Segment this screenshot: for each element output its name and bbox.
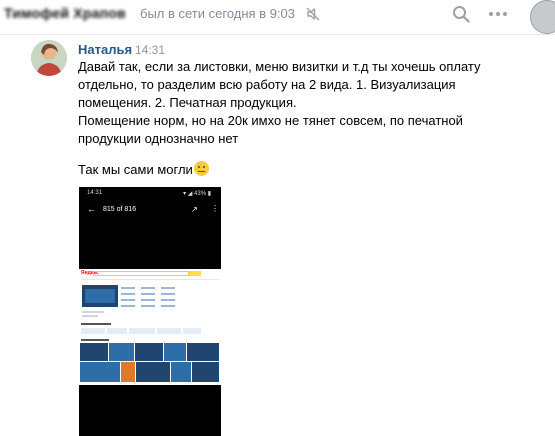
yandex-search-box bbox=[93, 271, 189, 276]
size-link bbox=[161, 305, 175, 307]
size-link bbox=[161, 293, 175, 295]
size-link bbox=[121, 305, 135, 307]
size-link bbox=[161, 287, 175, 289]
image-thumbnail bbox=[164, 343, 186, 361]
size-link bbox=[121, 293, 135, 295]
tag-chip bbox=[129, 328, 155, 334]
tag-chip bbox=[107, 328, 127, 334]
image-thumbnail bbox=[109, 343, 134, 361]
image-thumbnail-detail bbox=[85, 289, 115, 303]
phone-status-time: 14:31 bbox=[87, 190, 103, 196]
image-thumbnail bbox=[136, 362, 170, 382]
size-link bbox=[121, 287, 135, 289]
message-text: Давай так, если за листовки, меню визитк… bbox=[78, 58, 538, 148]
neutral-face-emoji-icon bbox=[193, 161, 209, 176]
image-thumbnail bbox=[192, 362, 219, 382]
tabs-divider bbox=[81, 279, 219, 280]
image-thumbnail bbox=[80, 362, 120, 382]
header-divider bbox=[0, 34, 555, 35]
yandex-search-page: Яндекс bbox=[79, 269, 221, 385]
message-line: Так мы сами могли bbox=[78, 162, 193, 177]
share-icon: ↗ bbox=[191, 205, 198, 214]
size-link bbox=[161, 299, 175, 301]
screenshot-attachment[interactable]: 14:31 ▾ ◢ 43% ▮ ← 815 of 816 ↗ ⋮ Яндекс bbox=[79, 187, 221, 436]
sender-avatar[interactable] bbox=[31, 40, 67, 76]
contact-avatar[interactable] bbox=[530, 0, 555, 34]
chat-header: Тимофей Храпов был в сети сегодня в 9:03 bbox=[0, 0, 555, 34]
yandex-search-button bbox=[189, 271, 201, 276]
caption-line bbox=[82, 311, 104, 313]
size-link bbox=[121, 299, 135, 301]
tag-chip bbox=[183, 328, 201, 334]
message-line: помещения. 2. Печатная продукция. bbox=[78, 95, 297, 110]
size-link bbox=[141, 305, 155, 307]
image-thumbnail bbox=[135, 343, 163, 361]
back-arrow-icon: ← bbox=[87, 204, 96, 214]
sender-name[interactable]: Наталья bbox=[78, 42, 132, 57]
tag-chip bbox=[81, 328, 105, 334]
search-icon[interactable] bbox=[452, 5, 470, 23]
image-thumbnail bbox=[80, 343, 108, 361]
section-heading bbox=[81, 323, 111, 325]
message-text-2: Так мы сами могли bbox=[78, 161, 538, 179]
sender-avatar-image bbox=[31, 40, 67, 76]
online-status: был в сети сегодня в 9:03 bbox=[140, 6, 295, 21]
phone-bottom-black bbox=[79, 385, 221, 436]
phone-status-indicators: ▾ ◢ 43% ▮ bbox=[183, 191, 211, 197]
more-icon[interactable] bbox=[488, 5, 508, 23]
caption-line bbox=[82, 315, 98, 317]
message-line: Давай так, если за листовки, меню визитк… bbox=[78, 59, 481, 74]
image-thumbnail bbox=[171, 362, 191, 382]
overflow-menu-icon: ⋮ bbox=[211, 204, 219, 213]
message-time[interactable]: 14:31 bbox=[135, 43, 165, 57]
message-line: продукции однозначно нет bbox=[78, 131, 239, 146]
size-link bbox=[141, 299, 155, 301]
tag-chip bbox=[157, 328, 181, 334]
image-thumbnail bbox=[121, 362, 135, 382]
message-line: отдельно, то разделим всю работу на 2 ви… bbox=[78, 77, 456, 92]
image-thumbnail bbox=[187, 343, 219, 361]
size-link bbox=[141, 293, 155, 295]
section-heading bbox=[81, 339, 109, 341]
message-line: Помещение норм, но на 20к имхо не тянет … bbox=[78, 113, 463, 128]
mute-icon bbox=[306, 7, 320, 21]
contact-name[interactable]: Тимофей Храпов bbox=[4, 5, 126, 21]
image-counter: 815 of 816 bbox=[103, 206, 137, 213]
size-link bbox=[141, 287, 155, 289]
